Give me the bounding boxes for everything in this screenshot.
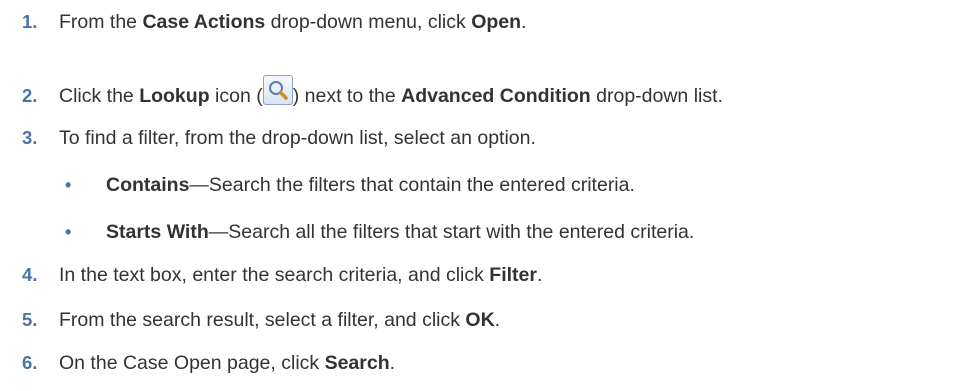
step-text: On the Case Open page, click Search. — [59, 351, 396, 374]
lookup-term: Lookup — [139, 84, 210, 107]
bullet: • — [65, 174, 72, 195]
step-number: 5. — [22, 309, 38, 330]
step-number: 4. — [22, 264, 38, 285]
step-text: Click the Lookup icon () next to the Adv… — [59, 75, 723, 108]
step-number: 1. — [22, 11, 38, 32]
filter-term: Filter — [489, 263, 537, 286]
option-text: Starts With—Search all the filters that … — [106, 220, 695, 243]
open-term: Open — [471, 10, 522, 33]
step-number: 2. — [22, 85, 38, 106]
step-number: 6. — [22, 352, 38, 373]
procedure-steps: 1. From the Case Actions drop-down menu,… — [0, 0, 973, 391]
step-text: From the search result, select a filter,… — [59, 308, 501, 331]
step-number: 3. — [22, 127, 38, 148]
step-text: To find a filter, from the drop-down lis… — [59, 126, 536, 149]
advanced-condition-term: Advanced Condition — [401, 84, 591, 107]
search-term: Search — [324, 351, 390, 374]
ok-term: OK — [465, 308, 495, 331]
option-text: Contains—Search the filters that contain… — [106, 173, 635, 196]
bullet: • — [65, 221, 72, 242]
magnifier-icon — [262, 75, 293, 106]
step-text: In the text box, enter the search criter… — [59, 263, 543, 286]
contains-term: Contains — [106, 173, 190, 196]
case-actions-term: Case Actions — [142, 10, 266, 33]
starts-with-term: Starts With — [106, 220, 209, 243]
step-text: From the Case Actions drop-down menu, cl… — [59, 10, 527, 33]
